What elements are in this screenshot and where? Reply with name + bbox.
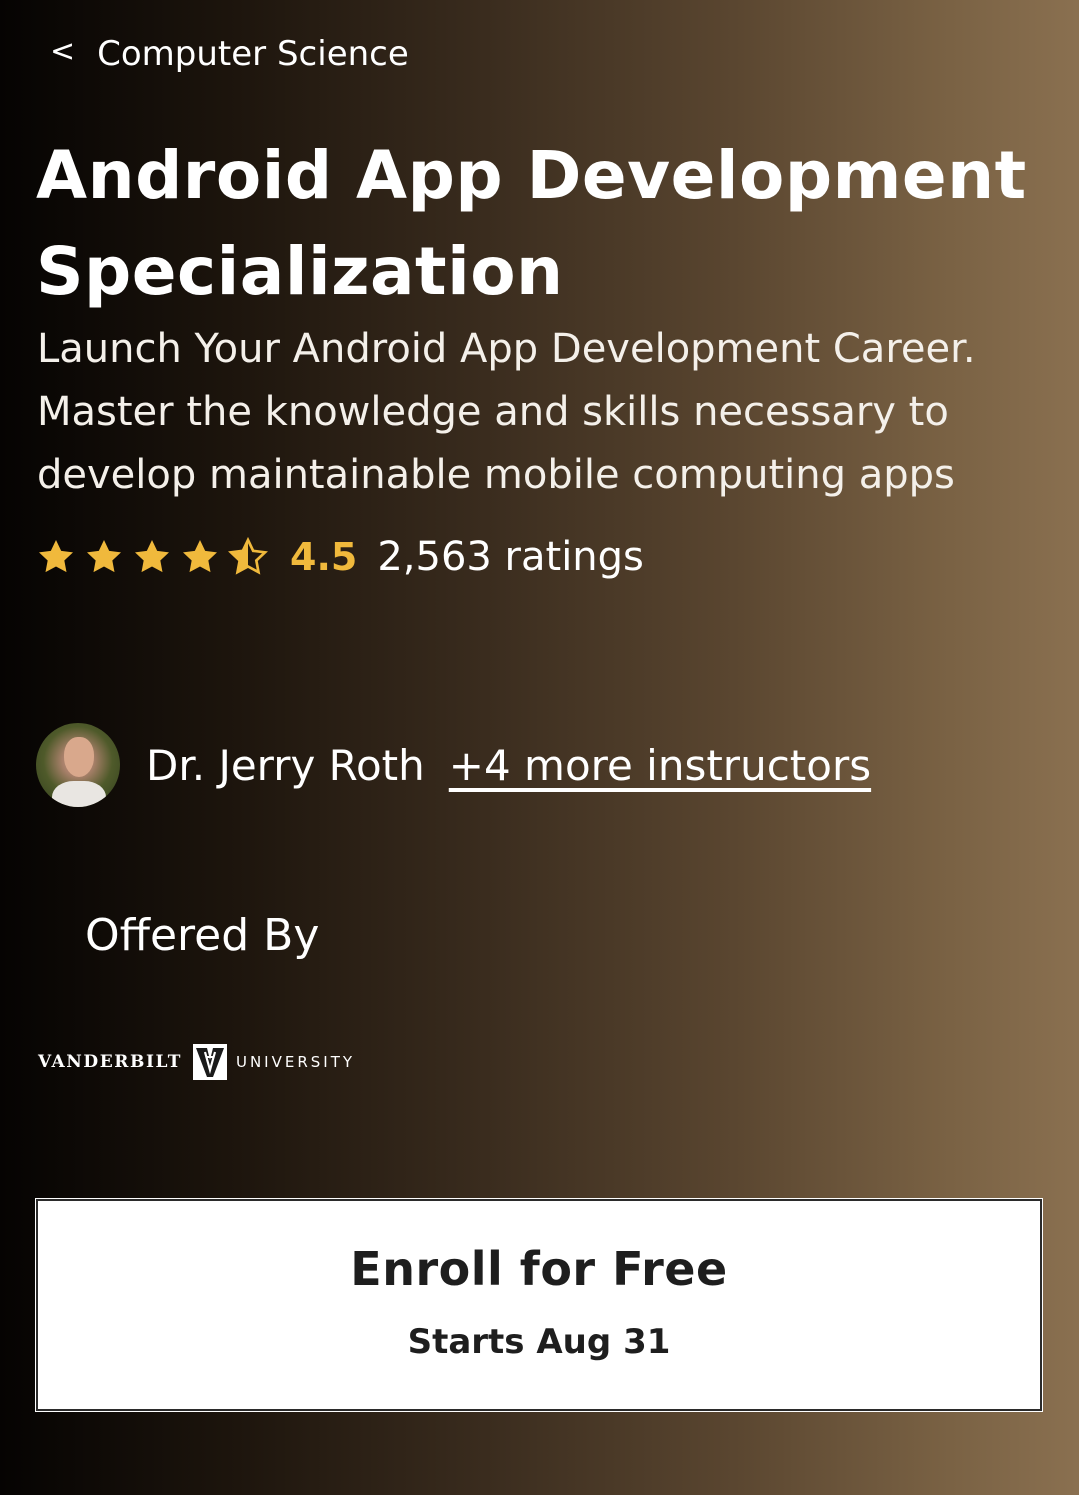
logo-word-right: UNIVERSITY <box>235 1053 356 1071</box>
instructor-row: Dr. Jerry Roth +4 more instructors <box>36 722 871 808</box>
more-instructors-link[interactable]: +4 more instructors <box>449 741 871 790</box>
avatar-shirt <box>52 781 106 807</box>
vanderbilt-university-logo[interactable]: VANDERBILT UNIVERSITY <box>38 1042 355 1082</box>
avatar-face <box>64 737 94 777</box>
instructor-name[interactable]: Dr. Jerry Roth <box>146 741 425 790</box>
chevron-left-icon: < <box>50 33 76 69</box>
star-rating <box>36 537 276 577</box>
enroll-label: Enroll for Free <box>350 1242 728 1296</box>
logo-word-left: VANDERBILT <box>38 1052 182 1072</box>
ratings-count: 2,563 ratings <box>377 534 644 580</box>
star-full-icon <box>87 540 121 573</box>
star-half-icon <box>228 537 268 575</box>
star-full-icon <box>183 540 217 573</box>
enroll-start-date: Starts Aug 31 <box>407 1322 671 1362</box>
back-to-computer-science[interactable]: < Computer Science <box>50 30 409 78</box>
instructor-avatar[interactable] <box>36 723 120 807</box>
enroll-button[interactable]: Enroll for Free Starts Aug 31 <box>36 1199 1042 1411</box>
star-full-icon <box>135 540 169 573</box>
breadcrumb-label: Computer Science <box>97 34 409 74</box>
rating-row: 4.5 2,563 ratings <box>36 528 644 586</box>
offered-by-heading: Offered By <box>85 910 320 961</box>
rating-value: 4.5 <box>290 535 358 579</box>
course-description: Launch Your Android App Development Care… <box>37 326 976 498</box>
star-full-icon <box>39 540 73 573</box>
course-title: Android App Development Specialization <box>36 137 1027 310</box>
vanderbilt-shield-icon <box>192 1044 227 1080</box>
